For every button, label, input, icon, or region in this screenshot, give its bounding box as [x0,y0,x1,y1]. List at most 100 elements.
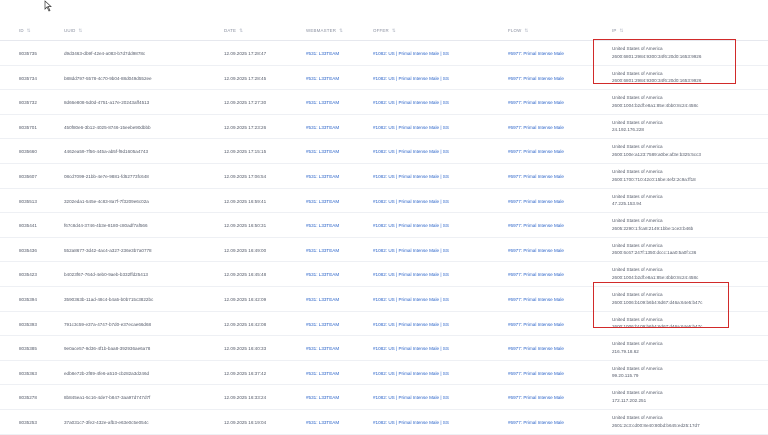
cell-webmaster-link[interactable]: #531: L33TEAM [306,76,339,81]
cell-offer-link[interactable]: #1082: US | Primal Intense Male | SS [373,76,449,81]
ip-address: 172.117.202.251 [612,397,647,403]
cell-flow-link[interactable]: #6977: Primal Intense Male [508,297,564,302]
cell-webmaster-link[interactable]: #531: L33TEAM [306,272,339,277]
table-row[interactable]: 8035253 37a031c7-3fe2-432e-afb3-e63e0c5e0… [0,410,768,435]
cell-flow-link[interactable]: #6977: Primal Intense Male [508,199,564,204]
table-row[interactable]: 8035513 3202eda1-545e-4c83-8a7f-7f3209e6c… [0,189,768,214]
cell-id: 8035732 [19,100,37,106]
cell-id: 8035701 [19,124,37,130]
column-header-webmaster[interactable]: WEBMASTER ⇅ [306,28,343,34]
table-row[interactable]: 8035732 8d66e808-5d0d-4751-a17e-20243aff4… [0,90,768,115]
cell-offer-link[interactable]: #1082: US | Primal Intense Male | SS [373,420,449,425]
column-header-ip[interactable]: IP ⇅ [612,28,623,34]
cell-flow-link[interactable]: #6977: Primal Intense Male [508,272,564,277]
column-header-flow[interactable]: FLOW ⇅ [508,28,528,34]
cell-id: 8035607 [19,173,37,179]
cell-flow-link[interactable]: #6977: Primal Intense Male [508,248,564,253]
cell-offer-link[interactable]: #1082: US | Primal Intense Male | SS [373,322,449,327]
cell-flow-link[interactable]: #6977: Primal Intense Male [508,149,564,154]
ip-country: United States of America [612,414,663,420]
sort-icon: ⇅ [239,28,244,33]
ip-address: 24.192.176.228 [612,127,644,133]
cell-uuid: 4462ea59-7f56-445a-ab5f-f9d1605a4743 [64,149,149,155]
cell-date: 12.09.2025 17:15:15 [224,149,267,155]
ip-country: United States of America [612,95,663,101]
cell-flow-link[interactable]: #6977: Primal Intense Male [508,395,564,400]
cell-webmaster-link[interactable]: #531: L33TEAM [306,223,339,228]
cell-offer-link[interactable]: #1082: US | Primal Intense Male | SS [373,297,449,302]
ip-address: 216.79.18.62 [612,348,639,354]
cell-offer-link[interactable]: #1082: US | Primal Intense Male | SS [373,346,449,351]
sort-icon: ⇅ [391,28,396,33]
cell-webmaster-link[interactable]: #531: L33TEAM [306,297,339,302]
ip-address: 99.20.115.79 [612,373,639,379]
cell-id: 8035436 [19,247,37,253]
cell-offer-link[interactable]: #1082: US | Primal Intense Male | SS [373,149,449,154]
cell-flow-link[interactable]: #6977: Primal Intense Male [508,100,564,105]
ip-country: United States of America [612,144,663,150]
cell-date: 12.09.2025 17:23:26 [224,124,267,130]
sort-icon: ⇅ [619,28,624,33]
table-row[interactable]: 8035385 9e0ace57-9d36-4f1b-baa8-392936ae6… [0,336,768,361]
cell-uuid: 37a031c7-3fe2-432e-afb3-e63e0c5e054c [64,419,149,425]
column-header-uuid[interactable]: UUID ⇅ [64,28,82,34]
table-row[interactable]: 8035436 552a8677-3d42-4ac4-a327-236e3b7a0… [0,238,768,263]
cell-webmaster-link[interactable]: #531: L33TEAM [306,371,339,376]
cell-ip: United States of America 2600:1004:b2df:e… [612,266,698,281]
cell-flow-link[interactable]: #6977: Primal Intense Male [508,51,564,56]
cell-offer-link[interactable]: #1082: US | Primal Intense Male | SS [373,395,449,400]
cell-webmaster-link[interactable]: #531: L33TEAM [306,420,339,425]
cell-offer-link[interactable]: #1082: US | Primal Intense Male | SS [373,272,449,277]
cell-flow-link[interactable]: #6977: Primal Intense Male [508,125,564,130]
cell-webmaster-link[interactable]: #531: L33TEAM [306,199,339,204]
cell-uuid: b88dd797-5578-4c70-9b04-88d049d552ee [64,75,152,81]
cell-flow-link[interactable]: #6977: Primal Intense Male [508,223,564,228]
cell-date: 12.09.2025 16:50:31 [224,223,267,229]
table-row[interactable]: 8035278 8b845ea1-5c16-4de7-b847-3aa97d747… [0,385,768,410]
table-row[interactable]: 8035660 4462ea59-7f56-445a-ab5f-f9d1605a4… [0,139,768,164]
cell-date: 12.09.2025 17:06:54 [224,173,267,179]
cell-webmaster-link[interactable]: #531: L33TEAM [306,322,339,327]
ip-country: United States of America [612,168,663,174]
cell-offer-link[interactable]: #1082: US | Primal Intense Male | SS [373,125,449,130]
cell-webmaster-link[interactable]: #531: L33TEAM [306,51,339,56]
cell-flow-link[interactable]: #6977: Primal Intense Male [508,174,564,179]
cell-flow-link[interactable]: #6977: Primal Intense Male [508,346,564,351]
cell-offer-link[interactable]: #1082: US | Primal Intense Male | SS [373,51,449,56]
column-header-id[interactable]: ID ⇅ [19,28,31,34]
ip-address: 2600:100e:a123:7589:a0be:af3e:b325:5cc3 [612,151,701,157]
cell-webmaster-link[interactable]: #531: L33TEAM [306,248,339,253]
cell-webmaster-link[interactable]: #531: L33TEAM [306,100,339,105]
cell-id: 8035394 [19,296,37,302]
table-row[interactable]: 8035363 edb8e72b-2f89-4fe6-a510-cb282a3d2… [0,361,768,386]
cell-flow-link[interactable]: #6977: Primal Intense Male [508,322,564,327]
table-row[interactable]: 8035701 450f80e6-3b12-4025-8746-15eebe90d… [0,115,768,140]
cell-offer-link[interactable]: #1082: US | Primal Intense Male | SS [373,248,449,253]
ip-country: United States of America [612,365,663,371]
cell-offer-link[interactable]: #1082: US | Primal Intense Male | SS [373,223,449,228]
cell-ip: United States of America 2600:100e:a123:7… [612,143,701,158]
cell-webmaster-link[interactable]: #531: L33TEAM [306,149,339,154]
cell-date: 12.09.2025 16:19:04 [224,419,267,425]
cell-uuid: b4023f67-764d-4eb0-9aeb-b332ffd25413 [64,272,148,278]
cell-offer-link[interactable]: #1082: US | Primal Intense Male | SS [373,100,449,105]
cell-flow-link[interactable]: #6977: Primal Intense Male [508,371,564,376]
cell-flow-link[interactable]: #6977: Primal Intense Male [508,76,564,81]
cell-webmaster-link[interactable]: #531: L33TEAM [306,125,339,130]
cell-offer-link[interactable]: #1082: US | Primal Intense Male | SS [373,371,449,376]
cell-offer-link[interactable]: #1082: US | Primal Intense Male | SS [373,174,449,179]
ip-country: United States of America [612,267,663,273]
cell-offer-link[interactable]: #1082: US | Primal Intense Male | SS [373,199,449,204]
cell-ip: United States of America 47.225.153.94 [612,193,663,208]
column-header-offer[interactable]: OFFER ⇅ [373,28,396,34]
cell-webmaster-link[interactable]: #531: L33TEAM [306,174,339,179]
cell-uuid: d9d3463-db9f-42e4-a083-b7d7dd9878c [64,51,146,56]
table-row[interactable]: 8035441 f67c8d44-3746-4b3e-8180-c80adf7af… [0,213,768,238]
cell-flow-link[interactable]: #6977: Primal Intense Male [508,420,564,425]
column-header-date[interactable]: DATE ⇅ [224,28,243,34]
cell-ip: United States of America 2605:2290:1:fca8… [612,217,693,232]
cell-date: 12.09.2025 17:28:47 [224,51,267,56]
cell-webmaster-link[interactable]: #531: L33TEAM [306,346,339,351]
cell-webmaster-link[interactable]: #531: L33TEAM [306,395,339,400]
table-row[interactable]: 8035607 08cd7099-21bb-4e7e-9881-fd52773fc… [0,164,768,189]
